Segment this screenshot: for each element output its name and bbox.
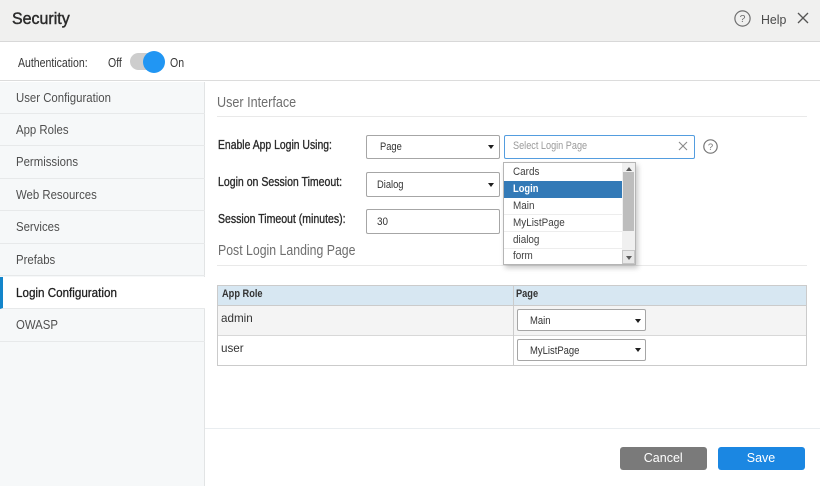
svg-text:?: ? bbox=[740, 13, 746, 25]
svg-text:?: ? bbox=[708, 142, 713, 153]
